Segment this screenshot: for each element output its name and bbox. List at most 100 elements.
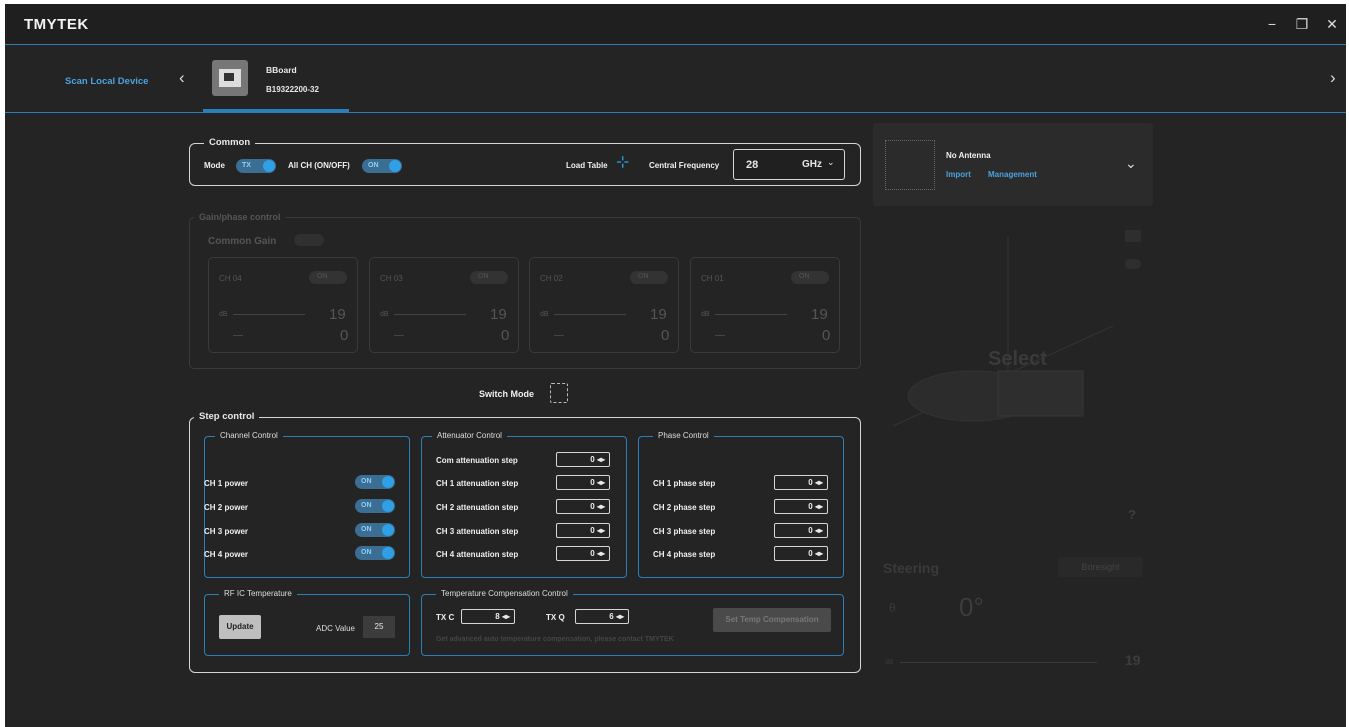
viz-db-slider[interactable] (900, 662, 1097, 663)
com-attenuation-input[interactable]: 0 ◂▸ (556, 452, 610, 467)
ch1-power-toggle[interactable]: ON (355, 475, 395, 489)
boresight-button[interactable]: Boresight (1058, 557, 1143, 577)
ch04-db-slider[interactable] (233, 314, 305, 315)
ch4-attenuation-input[interactable]: 0 ◂▸ (556, 546, 610, 561)
rfic-temperature-title: RF IC Temperature (219, 589, 297, 598)
frequency-unit-select[interactable]: GHz (802, 159, 822, 170)
mode-label: Mode (204, 161, 225, 170)
device-serial: B19322200-32 (266, 85, 319, 94)
minimize-button[interactable]: − (1262, 16, 1282, 32)
phase-control-title: Phase Control (653, 431, 714, 440)
help-icon[interactable]: ? (1128, 507, 1136, 522)
close-button[interactable]: ✕ (1322, 16, 1342, 33)
no-antenna-label: No Antenna (946, 151, 991, 160)
central-frequency-input[interactable]: 28 GHz ⌄ (733, 149, 845, 180)
ch01-db-slider[interactable] (715, 314, 787, 315)
ch03-toggle[interactable]: ON (470, 271, 508, 284)
txq-input[interactable]: 6 ◂▸ (575, 609, 629, 624)
all-ch-label: All CH (ON/OFF) (288, 161, 350, 170)
antenna-thumbnail (885, 140, 935, 190)
next-device-icon[interactable]: › (1330, 68, 1336, 88)
ch3-attenuation-label: CH 3 attenuation step (436, 527, 519, 536)
view-toggle-icon[interactable] (1125, 259, 1141, 269)
ch02-toggle[interactable]: ON (630, 271, 668, 284)
common-gain-toggle[interactable] (294, 234, 324, 246)
steering-label: Steering (883, 560, 940, 576)
ch1-attenuation-label: CH 1 attenuation step (436, 479, 519, 488)
import-link[interactable]: Import (946, 170, 971, 179)
load-table-icon[interactable]: ⊹ (616, 154, 634, 172)
ch3-phase-input[interactable]: 0 ◂▸ (774, 523, 828, 538)
antenna-panel: No Antenna Import Management ⌄ (873, 123, 1153, 206)
ch4-phase-input[interactable]: 0 ◂▸ (774, 546, 828, 561)
gain-phase-legend: Gain/phase control (194, 212, 286, 222)
all-ch-toggle[interactable]: ON (362, 159, 402, 173)
ch03-db-slider[interactable] (394, 314, 466, 315)
device-bar: Scan Local Device ‹ BBoard B19322200-32 … (5, 46, 1346, 113)
ch3-power-toggle[interactable]: ON (355, 523, 395, 537)
ch01-phase-slider[interactable] (715, 335, 725, 336)
device-tab-indicator (203, 109, 349, 112)
ch01-db-label: dB (701, 311, 710, 318)
ch01-phase-value: 0 (822, 327, 831, 344)
ch01-card: CH 01 ON dB 19 0 (690, 257, 840, 353)
ch1-phase-label: CH 1 phase step (653, 479, 716, 488)
device-name: BBoard (266, 65, 297, 75)
ch02-label: CH 02 (540, 274, 563, 283)
ch04-toggle[interactable]: ON (309, 271, 347, 284)
ch03-db-value: 19 (490, 306, 507, 323)
txc-label: TX C (436, 613, 455, 622)
ch03-label: CH 03 (380, 274, 403, 283)
ch02-phase-slider[interactable] (554, 335, 564, 336)
select-overlay-text: Select (988, 348, 1047, 370)
beam-pattern-plot (892, 236, 1114, 427)
adc-value-label: ADC Value (316, 624, 355, 633)
camera-icon[interactable] (1125, 230, 1141, 242)
ch1-attenuation-input[interactable]: 0 ◂▸ (556, 475, 610, 490)
step-control-legend: Step control (194, 411, 260, 422)
ch4-power-toggle[interactable]: ON (355, 546, 395, 560)
ch2-phase-input[interactable]: 0 ◂▸ (774, 499, 828, 514)
ch04-phase-slider[interactable] (233, 335, 243, 336)
common-legend: Common (204, 137, 256, 148)
attenuator-control-title: Attenuator Control (432, 431, 507, 440)
ch01-toggle[interactable]: ON (791, 271, 829, 284)
ch03-phase-slider[interactable] (394, 335, 404, 336)
txc-input[interactable]: 8 ◂▸ (461, 609, 515, 624)
antenna-dropdown-chevron-icon[interactable]: ⌄ (1125, 155, 1137, 172)
ch2-phase-label: CH 2 phase step (653, 503, 716, 512)
temp-compensation-note: Get advanced auto temperature compensati… (436, 636, 674, 643)
frequency-value: 28 (746, 159, 759, 171)
ch1-phase-input[interactable]: 0 ◂▸ (774, 475, 828, 490)
scan-local-device-link[interactable]: Scan Local Device (65, 76, 148, 87)
common-gain-label: Common Gain (208, 236, 277, 247)
switch-mode-label: Switch Mode (479, 389, 535, 399)
ch2-power-toggle[interactable]: ON (355, 499, 395, 513)
prev-device-icon[interactable]: ‹ (179, 68, 185, 88)
mode-toggle[interactable]: TX (236, 159, 276, 173)
ch04-db-label: dB (219, 311, 228, 318)
theta-label: θ (889, 601, 896, 615)
update-button[interactable]: Update (219, 615, 261, 639)
chevron-down-icon[interactable]: ⌄ (827, 157, 835, 168)
ch02-db-label: dB (540, 311, 549, 318)
ch04-label: CH 04 (219, 274, 242, 283)
ch2-attenuation-input[interactable]: 0 ◂▸ (556, 499, 610, 514)
maximize-button[interactable]: ❐ (1292, 16, 1312, 33)
viz-db-label: dB (885, 659, 894, 666)
ch02-phase-value: 0 (661, 327, 670, 344)
device-thumbnail-icon[interactable] (212, 60, 248, 96)
central-frequency-label: Central Frequency (649, 161, 720, 170)
switch-mode-icon[interactable] (550, 383, 568, 403)
management-link[interactable]: Management (988, 170, 1037, 179)
ch2-power-label: CH 2 power (204, 503, 249, 512)
ch04-db-value: 19 (329, 306, 346, 323)
ch03-db-label: dB (380, 311, 389, 318)
ch3-attenuation-input[interactable]: 0 ◂▸ (556, 523, 610, 538)
app-logo: TMYTEK (24, 16, 89, 33)
title-bar: TMYTEK − ❐ ✕ (5, 4, 1346, 45)
ch02-db-slider[interactable] (554, 314, 626, 315)
load-table-label: Load Table (566, 161, 608, 170)
set-temp-compensation-button[interactable]: Set Temp Compensation (713, 608, 831, 632)
steering-angle-value: 0° (959, 592, 984, 622)
